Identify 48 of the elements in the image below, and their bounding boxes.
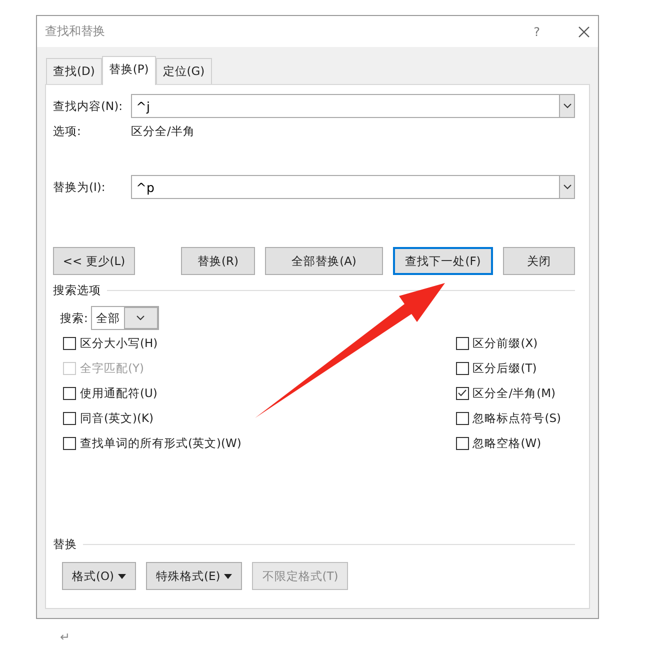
checkbox[interactable] [63, 336, 76, 350]
checkbox[interactable] [63, 386, 76, 400]
options-value: 区分全/半角 [131, 124, 195, 139]
caret-icon [118, 574, 126, 578]
find-field[interactable]: ^j [131, 94, 559, 118]
tab[interactable]: 查找(D) [46, 58, 102, 84]
checkbox-label: 忽略空格(W) [472, 436, 542, 450]
field-label: 替换为(I): [53, 180, 106, 194]
dialog-button[interactable]: 全部替换(A) [265, 247, 383, 275]
format-button[interactable]: 格式(O) [62, 562, 136, 590]
search-dropdown[interactable]: 全部 [90, 306, 159, 330]
checkbox-label: 忽略标点符号(S) [472, 410, 561, 426]
tab[interactable]: 定位(G) [156, 58, 212, 84]
checkbox[interactable] [456, 386, 469, 400]
checkbox-label: 使用通配符(U) [80, 386, 158, 400]
dropdown-icon [562, 103, 572, 109]
checkbox-label: 区分全/半角(M) [472, 386, 556, 400]
checkbox[interactable] [456, 436, 469, 450]
checkbox[interactable] [63, 436, 76, 450]
field-label: 查找内容(N): [53, 98, 124, 114]
tab[interactable]: 替换(P) [102, 56, 156, 85]
checkbox-label: 区分前缀(X) [472, 336, 538, 350]
checkbox[interactable] [456, 336, 469, 350]
checkbox-label: 区分大小写(H) [80, 336, 158, 350]
checkbox[interactable] [456, 412, 469, 424]
dialog-button[interactable]: 查找下一处(F) [393, 247, 493, 275]
checkbox[interactable] [456, 362, 469, 374]
checkbox-label: 同音(英文)(K) [80, 410, 154, 426]
help-button[interactable]: ? [534, 24, 540, 38]
format-button[interactable]: 特殊格式(E) [146, 562, 242, 590]
dialog-button[interactable]: 关闭 [503, 247, 575, 275]
search-label: 搜索: [60, 310, 88, 326]
checkbox-label: 全字匹配(Y) [80, 360, 144, 376]
replace-field[interactable]: ^p [131, 175, 559, 199]
section-title: 替换 [53, 537, 77, 552]
close-icon[interactable] [578, 26, 590, 38]
options-label: 选项: [53, 124, 82, 139]
paragraph-mark: ↵ [60, 630, 70, 644]
checkbox-label: 查找单词的所有形式(英文)(W) [80, 436, 242, 450]
dropdown-icon [136, 315, 146, 321]
section-title: 搜索选项 [53, 283, 101, 298]
dialog-button[interactable]: 替换(R) [181, 247, 255, 275]
dropdown-icon [562, 184, 572, 190]
checkbox[interactable] [63, 412, 76, 424]
less-button[interactable]: << 更少(L) [53, 247, 135, 275]
caret-icon [224, 574, 232, 578]
checkbox-label: 区分后缀(T) [472, 360, 537, 376]
window-title: 查找和替换 [45, 23, 106, 40]
